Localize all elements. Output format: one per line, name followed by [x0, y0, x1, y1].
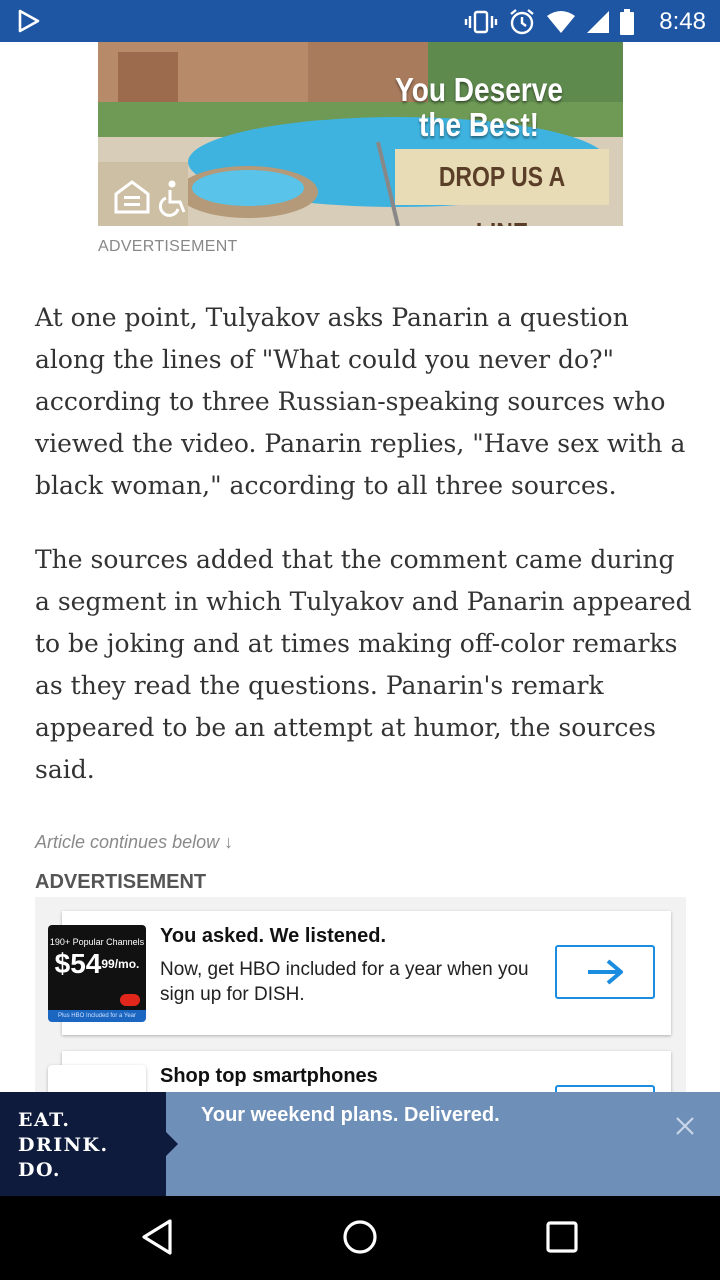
- close-icon[interactable]: [674, 1115, 696, 1137]
- drop-us-a-line-button[interactable]: DROP US A LINE: [395, 149, 609, 226]
- ad-headline: You Deserve the Best!: [395, 71, 563, 143]
- signal-icon: [587, 11, 609, 33]
- ad-card-title: Shop top smartphones: [160, 1065, 378, 1087]
- logo-line: DO.: [18, 1159, 62, 1181]
- eat-drink-do-logo: EAT. DRINK. DO.: [0, 1092, 166, 1196]
- ad-card-body: Now, get HBO included for a year when yo…: [160, 959, 529, 1005]
- home-icon[interactable]: [341, 1218, 379, 1256]
- dish-offer-badge: 190+ Popular Channels $5499/mo. Plus HBO…: [48, 925, 146, 1022]
- smartphones-ad-card[interactable]: Shop top smartphones: [48, 1051, 671, 1097]
- status-bar: 8:48: [0, 0, 720, 42]
- badge-foot-text: Plus HBO Included for a Year: [57, 1013, 137, 1019]
- ad-card-arrow-button[interactable]: [555, 945, 655, 999]
- status-icons: [464, 8, 634, 36]
- dish-ad-card[interactable]: You asked. We listened. Now, get HBO inc…: [62, 911, 671, 1035]
- badge-price-cents: 99: [101, 957, 115, 971]
- ad-label: ADVERTISEMENT: [98, 238, 238, 255]
- badge-per-month: /mo.: [114, 957, 140, 971]
- back-icon[interactable]: [140, 1218, 174, 1256]
- logo-line: EAT. DRINK.: [18, 1109, 109, 1156]
- arrow-right-icon: [588, 959, 623, 985]
- ad-label: ADVERTISEMENT: [35, 871, 207, 893]
- accessibility-icon: [114, 180, 186, 217]
- badge-top-text: 190+ Popular Channels: [49, 937, 145, 947]
- status-time: 8:48: [659, 8, 706, 35]
- dish-logo-icon: [120, 994, 140, 1006]
- system-nav-bar: [0, 1196, 720, 1280]
- vibrate-icon: [464, 10, 498, 34]
- banner-pointer: [166, 1132, 178, 1156]
- promo-banner[interactable]: EAT. DRINK. DO. Your weekend plans. Deli…: [0, 1092, 720, 1196]
- recent-apps-icon[interactable]: [545, 1220, 579, 1254]
- play-icon: [18, 9, 40, 33]
- ad-card-title: You asked. We listened.: [160, 925, 386, 947]
- alarm-icon: [510, 9, 534, 35]
- article-paragraph: The sources added that the comment came …: [35, 545, 692, 784]
- banner-logo-text: EAT. DRINK. DO.: [18, 1108, 166, 1183]
- wifi-icon: [547, 11, 575, 33]
- battery-icon: [620, 9, 634, 35]
- article-paragraph: At one point, Tulyakov asks Panarin a qu…: [35, 303, 686, 500]
- article-continues-note: Article continues below ↓: [35, 832, 234, 852]
- badge-price: $5499/mo.: [48, 949, 146, 979]
- badge-price-dollars: $54: [54, 948, 102, 979]
- top-ad-banner[interactable]: You Deserve the Best! DROP US A LINE: [98, 42, 623, 226]
- banner-headline: Your weekend plans. Delivered.: [201, 1104, 500, 1126]
- ad-cta-label: DROP US A LINE: [438, 161, 566, 226]
- sponsored-ad-block: You asked. We listened. Now, get HBO inc…: [35, 897, 686, 1097]
